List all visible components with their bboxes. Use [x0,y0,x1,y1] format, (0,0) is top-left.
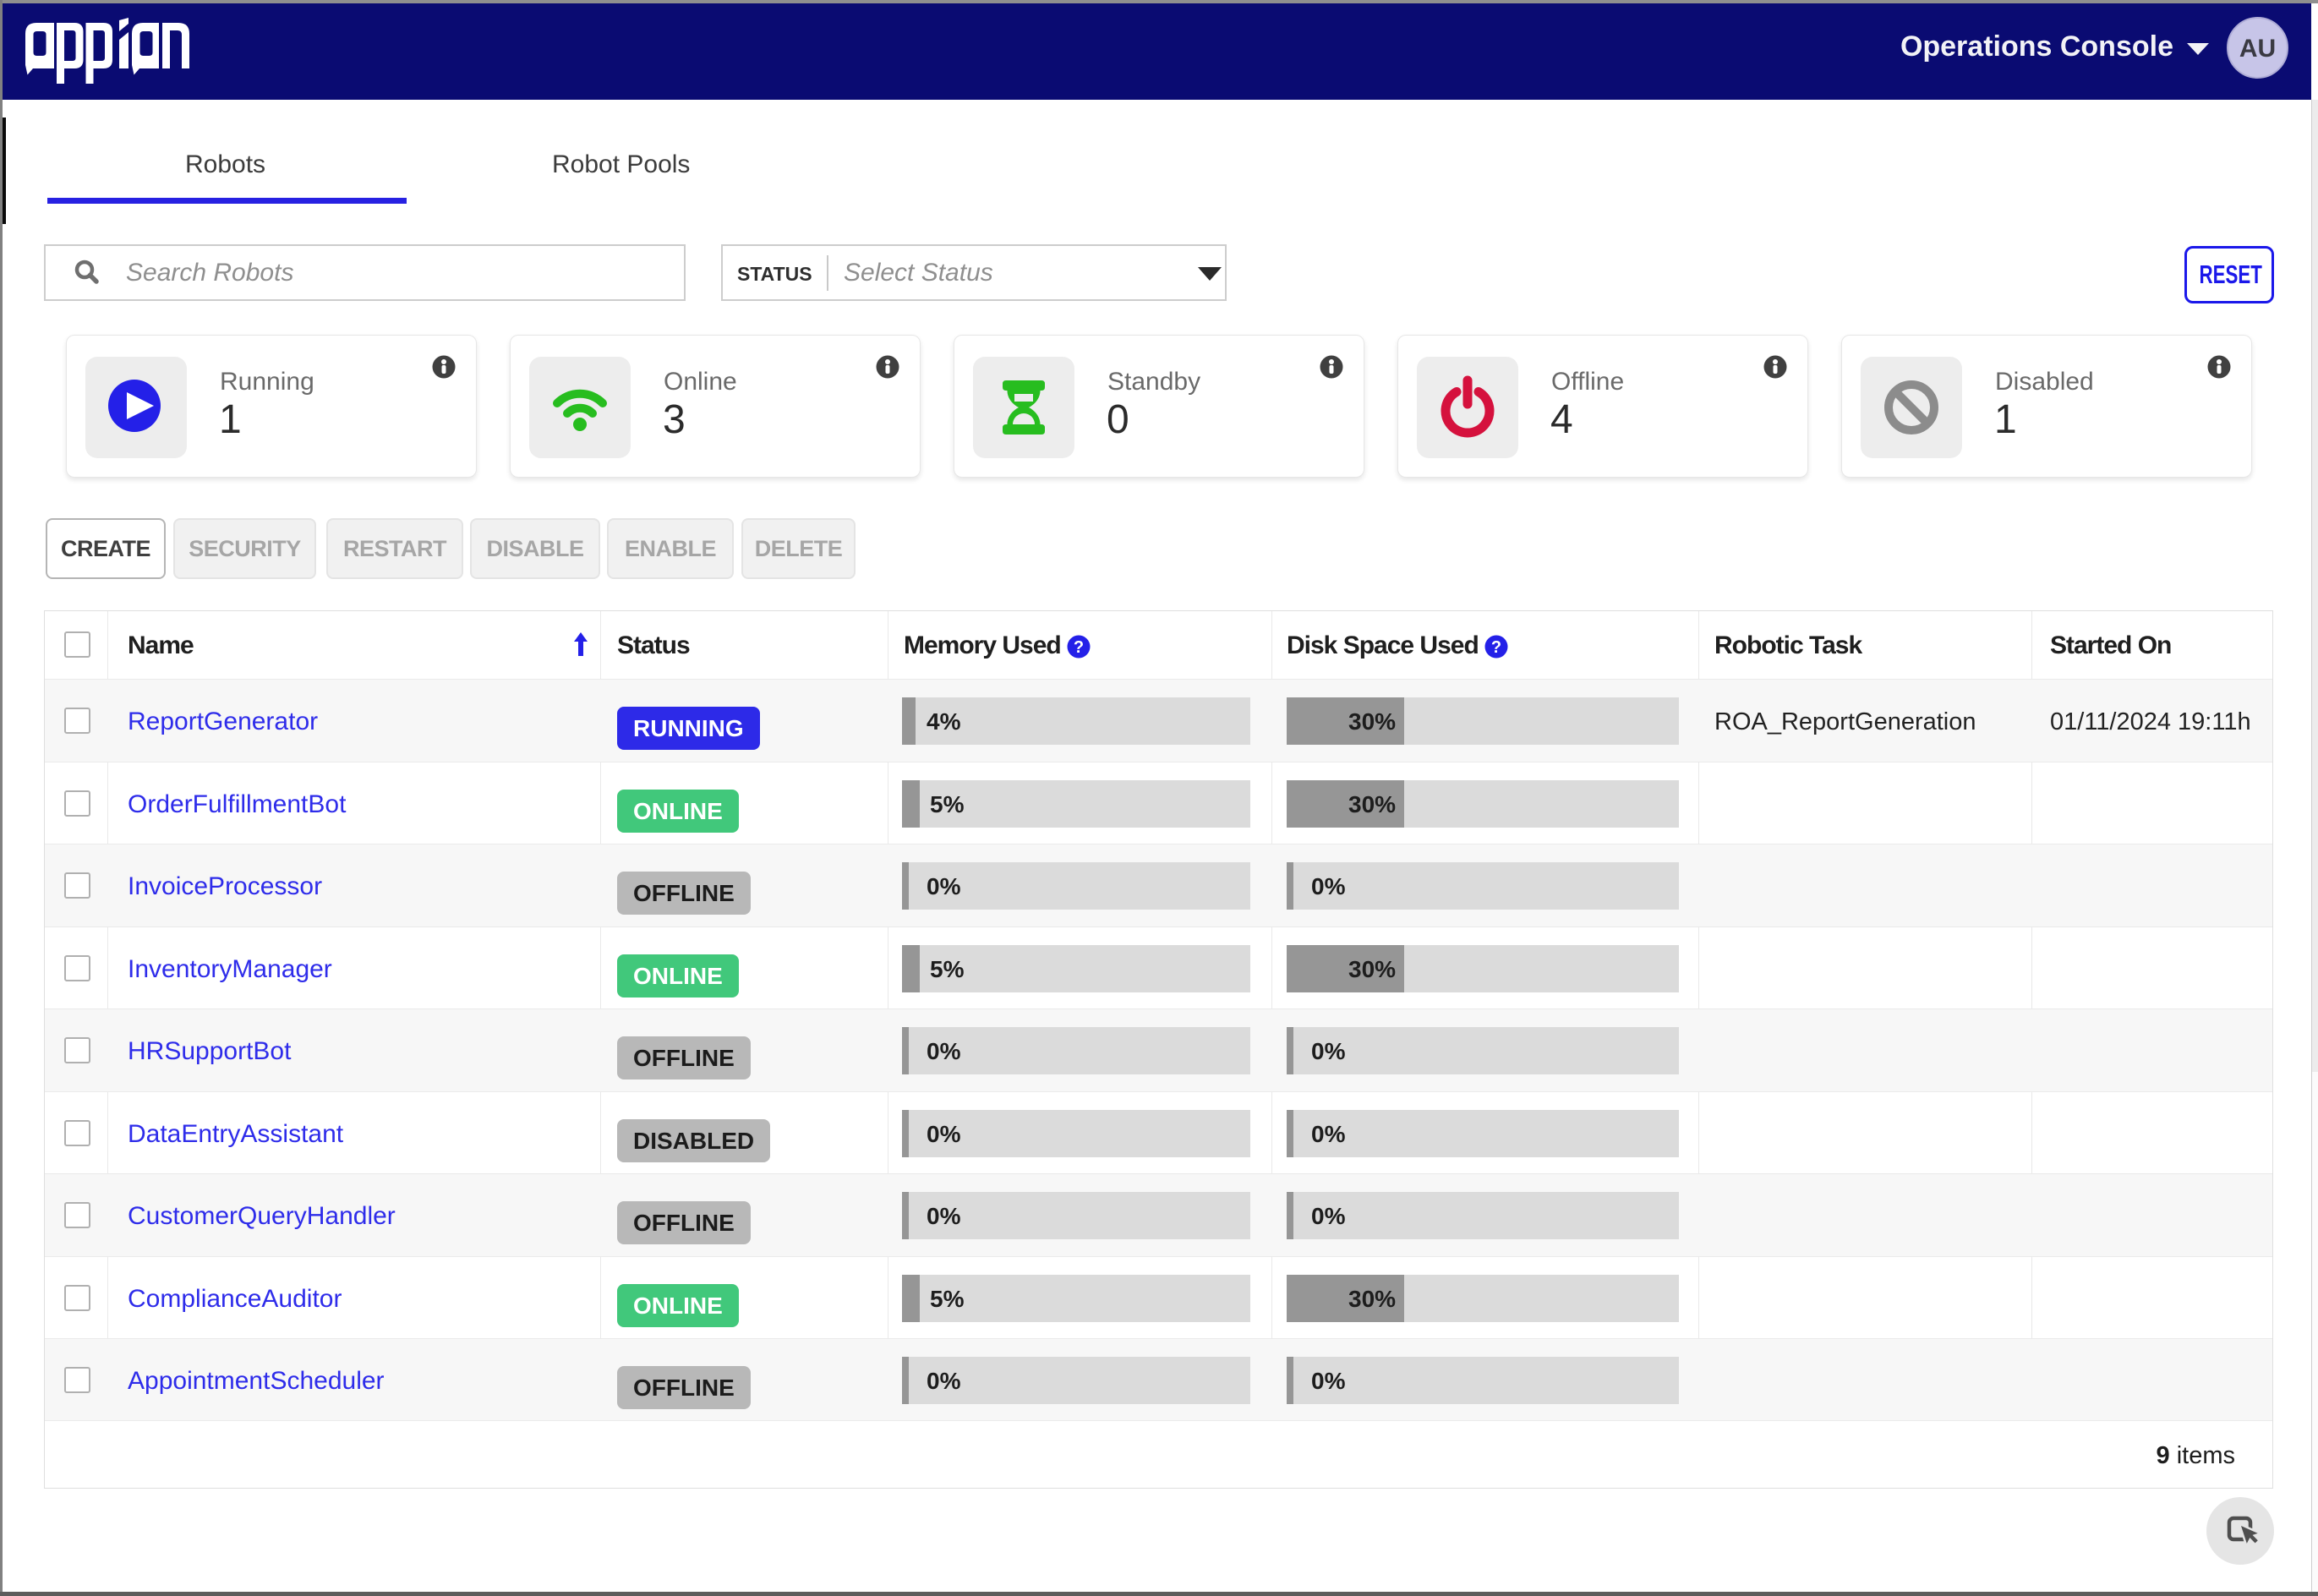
svg-text:?: ? [1491,638,1501,657]
svg-text:?: ? [1074,638,1084,657]
